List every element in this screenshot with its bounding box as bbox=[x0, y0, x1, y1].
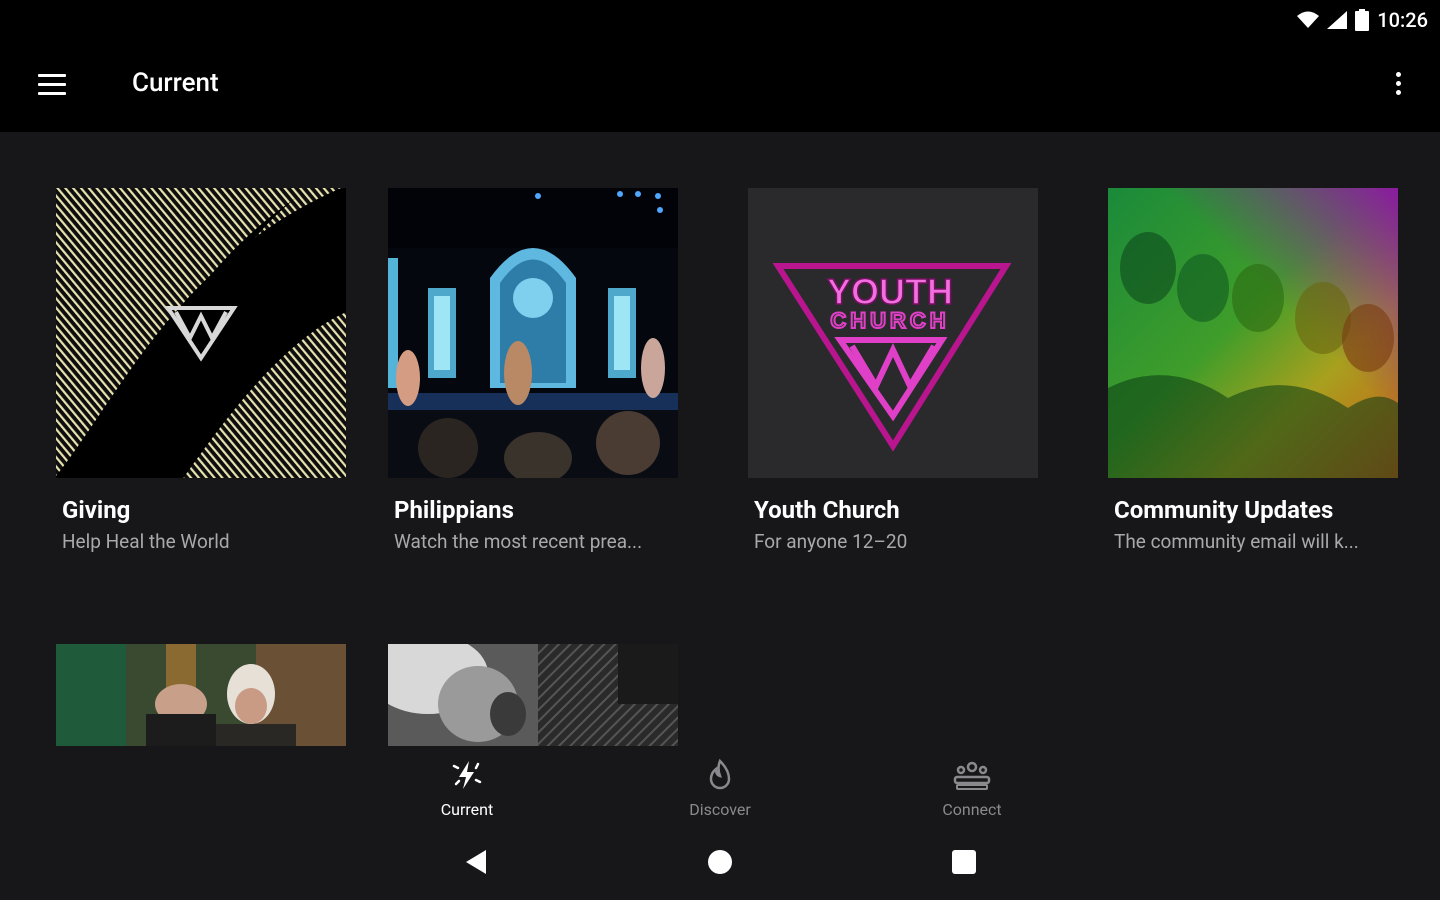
card-image bbox=[56, 188, 346, 478]
system-navigation-bar bbox=[0, 824, 1440, 900]
app-bar: Current bbox=[0, 40, 1440, 132]
card-title: Philippians bbox=[394, 496, 514, 524]
card-image bbox=[388, 644, 678, 746]
content-feed: Giving Help Heal the World Philippians W… bbox=[0, 132, 1440, 752]
card-youth-church[interactable]: YOUTH CHURCH Youth Church For anyone 12–… bbox=[748, 188, 1038, 553]
nav-item-current[interactable]: Current bbox=[407, 758, 527, 819]
battery-icon bbox=[1355, 9, 1370, 31]
signal-icon bbox=[1327, 11, 1348, 29]
bottom-navigation: Current Discover Connect bbox=[0, 752, 1440, 824]
status-time: 10:26 bbox=[1377, 8, 1428, 32]
svg-text:YOUTH: YOUTH bbox=[827, 271, 953, 312]
card-image bbox=[1108, 188, 1398, 478]
card-image: YOUTH CHURCH bbox=[748, 188, 1038, 478]
wifi-icon bbox=[1297, 11, 1320, 28]
card-partial-2[interactable] bbox=[388, 644, 678, 746]
card-title: Giving bbox=[62, 496, 131, 524]
bolt-sparkle-icon bbox=[452, 761, 482, 789]
card-community-updates[interactable]: Community Updates The community email wi… bbox=[1108, 188, 1398, 553]
nav-label: Current bbox=[440, 800, 494, 819]
page-title: Current bbox=[132, 68, 219, 98]
card-subtitle: Help Heal the World bbox=[62, 530, 230, 553]
more-vert-icon[interactable] bbox=[1386, 68, 1410, 104]
youth-church-logo: YOUTH CHURCH bbox=[772, 263, 1012, 452]
status-bar: 10:26 bbox=[0, 0, 1440, 40]
nav-item-discover[interactable]: Discover bbox=[660, 758, 780, 819]
svg-text:CHURCH: CHURCH bbox=[830, 308, 949, 333]
flame-icon bbox=[709, 758, 731, 790]
recents-square-icon[interactable] bbox=[948, 846, 980, 878]
home-circle-icon[interactable] bbox=[704, 846, 736, 878]
card-philippians[interactable]: Philippians Watch the most recent prea..… bbox=[388, 188, 678, 553]
nav-item-connect[interactable]: Connect bbox=[912, 758, 1032, 819]
card-subtitle: The community email will k... bbox=[1114, 530, 1359, 553]
nav-label: Connect bbox=[942, 800, 1002, 819]
card-partial-1[interactable] bbox=[56, 644, 346, 746]
group-icon bbox=[953, 761, 991, 790]
card-subtitle: Watch the most recent prea... bbox=[394, 530, 643, 553]
card-title: Community Updates bbox=[1114, 496, 1334, 524]
nav-label: Discover bbox=[689, 800, 751, 819]
status-icons: 10:26 bbox=[1297, 6, 1428, 34]
card-giving[interactable]: Giving Help Heal the World bbox=[56, 188, 346, 553]
card-image bbox=[388, 188, 678, 478]
hamburger-menu-icon[interactable] bbox=[36, 70, 72, 102]
card-title: Youth Church bbox=[754, 496, 900, 524]
back-triangle-icon[interactable] bbox=[460, 846, 492, 878]
card-subtitle: For anyone 12–20 bbox=[754, 530, 908, 553]
card-image bbox=[56, 644, 346, 746]
